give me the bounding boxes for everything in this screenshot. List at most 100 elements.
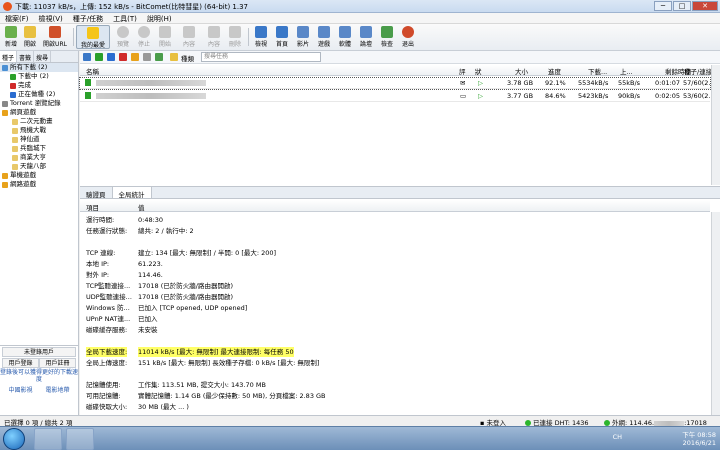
table-row[interactable]: ▭ ▷ 3.77 GB 84.6% 5423kB/s 90kB/s 0:02:0… <box>80 91 715 102</box>
category-icon <box>10 82 16 89</box>
col-status[interactable]: 狀 <box>475 66 482 76</box>
link-movie-zone[interactable]: 電影地帶 <box>39 386 76 396</box>
minimize-button[interactable]: ─ <box>654 1 672 11</box>
game-button[interactable]: 遊戲 <box>314 25 334 49</box>
forum-button[interactable]: 論壇 <box>356 25 376 49</box>
user-login-button[interactable]: 用戶登錄 <box>2 358 39 368</box>
stats-scrollbar[interactable] <box>711 212 720 415</box>
filter-toolbar: 種類 搜尋任務 <box>80 51 720 64</box>
delete-button[interactable]: 刪除 <box>225 25 245 49</box>
properties-button[interactable]: 內容 <box>176 25 202 49</box>
video-button[interactable]: 影片 <box>293 25 313 49</box>
sidebar-item[interactable]: 網路遊戲 <box>0 180 78 189</box>
sidebar-item[interactable]: 完成 <box>0 81 78 90</box>
login-hint-link[interactable]: 登錄後可以獲得更好的下載速度 <box>0 369 78 383</box>
check-button[interactable]: 檢查 <box>377 25 397 49</box>
menu-help[interactable]: 說明(H) <box>142 13 177 23</box>
list-view-icon[interactable] <box>83 53 91 61</box>
preview-button[interactable]: 預覽 <box>113 25 133 49</box>
sidebar-item[interactable]: 天龍八部 <box>0 162 78 171</box>
col-download[interactable]: 下載... <box>588 66 607 76</box>
tab-global-stats[interactable]: 全局統計 <box>112 187 152 199</box>
not-logged-in-button[interactable]: 未登錄用戶 <box>2 347 76 357</box>
close-button[interactable]: ✕ <box>692 1 718 11</box>
sidebar-item[interactable]: 正在做種 (2) <box>0 90 78 99</box>
sidebar-item[interactable]: 網頁遊戲 <box>0 108 78 117</box>
open-url-icon <box>49 26 61 38</box>
stop-button[interactable]: 停止 <box>134 25 154 49</box>
tab-torrents[interactable]: 種子 <box>0 51 18 62</box>
col-seeds[interactable]: 種子/連接 <box>684 66 712 76</box>
windows-taskbar: CH 下午 08:58 2016/6/21 <box>0 426 720 450</box>
sidebar-item[interactable]: 二次元動畫 <box>0 117 78 126</box>
content-button[interactable]: 內容 <box>204 25 224 49</box>
sidebar-item[interactable]: 神仙道 <box>0 135 78 144</box>
table-row[interactable]: ✉ ▷ 3.78 GB 92.1% 5534kB/s 55kB/s 0:01:0… <box>79 77 715 90</box>
task-table-header: 名稱 評 狀 大小 進度 下載... 上... 剩餘時間 種子/連接 <box>80 65 712 76</box>
start-button[interactable] <box>3 428 25 450</box>
open-url-button[interactable]: 開啟URL <box>40 25 70 49</box>
favorites-button[interactable]: 我的最愛 <box>76 25 110 49</box>
start-button[interactable]: 開始 <box>155 25 175 49</box>
download-filter-icon[interactable] <box>95 53 103 61</box>
stats-row <box>80 237 710 247</box>
category-label[interactable]: 種類 <box>181 53 194 63</box>
stats-row: 可用記憶體: 實體記憶體: 1.14 GB (最少保持數: 50 MB), 分頁檔… <box>86 392 326 400</box>
col-rating[interactable]: 評 <box>459 66 466 76</box>
category-icon <box>2 100 8 107</box>
col-progress[interactable]: 進度 <box>548 66 561 76</box>
sidebar-item[interactable]: 所有下載 (2) <box>0 63 78 72</box>
stopped-filter-icon[interactable] <box>143 53 151 61</box>
stats-row <box>80 336 710 346</box>
user-register-button[interactable]: 用戶註冊 <box>39 358 76 368</box>
menu-tasks[interactable]: 種子/任務 <box>68 13 108 23</box>
menu-view[interactable]: 檢視(V) <box>34 13 68 23</box>
menu-tools[interactable]: 工具(T) <box>108 13 142 23</box>
error-filter-icon[interactable] <box>131 53 139 61</box>
upload-filter-icon[interactable] <box>107 53 115 61</box>
new-button[interactable]: 新增 <box>2 25 20 49</box>
grid-view-button[interactable]: 檢視 <box>251 25 271 49</box>
stats-row: 全局上傳速度: 151 kB/s [最大: 無限制] 長效種子存檔: 0 kB/s… <box>86 359 320 367</box>
col-size[interactable]: 大小 <box>515 66 528 76</box>
tab-bookmarks[interactable]: 書籤 <box>17 51 35 62</box>
taskbar-app-bitcomet[interactable] <box>66 428 94 450</box>
task-list-scrollbar[interactable] <box>711 65 720 185</box>
properties-icon <box>183 26 195 38</box>
sidebar: 種子 書籤 搜尋 所有下載 (2) 下載中 (2) 完成 正在做種 (2) Torren… <box>0 51 79 345</box>
maximize-button[interactable]: □ <box>673 1 691 11</box>
sidebar-item[interactable]: 兵臨城下 <box>0 144 78 153</box>
exit-button[interactable]: 退出 <box>398 25 418 49</box>
category-icon <box>12 163 18 170</box>
game-icon <box>318 26 330 38</box>
open-button[interactable]: 開啟 <box>21 25 39 49</box>
col-value[interactable]: 值 <box>138 202 145 212</box>
tab-verify[interactable]: 驗證頁 <box>80 187 113 199</box>
content-icon <box>208 26 220 38</box>
sidebar-item[interactable]: 下載中 (2) <box>0 72 78 81</box>
link-china-video[interactable]: 中國影視 <box>2 386 39 396</box>
stats-row: 磁碟快取大小: 30 MB (最大 ... ) <box>86 403 189 411</box>
check-icon <box>381 26 393 38</box>
refresh-icon[interactable] <box>155 53 163 61</box>
tab-search[interactable]: 搜尋 <box>34 51 52 62</box>
stats-row: TCP 連線: 建立: 134 [最大: 無限制] / 半開: 0 [最大: 20… <box>86 249 277 257</box>
home-button[interactable]: 首頁 <box>272 25 292 49</box>
col-item[interactable]: 項目 <box>86 202 99 212</box>
task-search-input[interactable]: 搜尋任務 <box>201 52 321 62</box>
sidebar-item[interactable]: 單機遊戲 <box>0 171 78 180</box>
col-name[interactable]: 名稱 <box>86 66 99 76</box>
open-torrent-icon <box>24 26 36 38</box>
completed-filter-icon[interactable] <box>119 53 127 61</box>
language-indicator[interactable]: CH <box>613 433 622 441</box>
sidebar-item[interactable]: 飛機大戰 <box>0 126 78 135</box>
clock[interactable]: 下午 08:58 2016/6/21 <box>682 429 716 447</box>
category-icon <box>10 91 16 98</box>
sidebar-item[interactable]: 商業大亨 <box>0 153 78 162</box>
menu-file[interactable]: 檔案(F) <box>0 13 34 23</box>
col-upload[interactable]: 上... <box>620 66 633 76</box>
taskbar-app-explorer[interactable] <box>34 428 62 450</box>
sidebar-item[interactable]: Torrent 瀏覽紀錄 <box>0 99 78 108</box>
downloading-icon <box>85 92 91 99</box>
software-button[interactable]: 軟體 <box>335 25 355 49</box>
